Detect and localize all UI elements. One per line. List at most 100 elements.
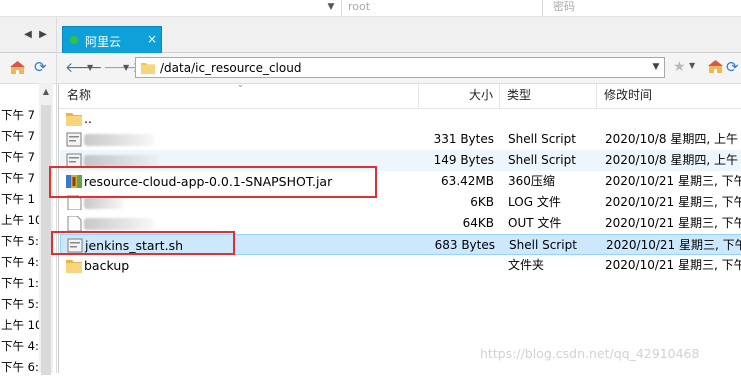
table-row[interactable]: backup 文件夹 2020/10/21 星期三, 下午 bbox=[60, 255, 741, 276]
redacted-filename bbox=[84, 155, 159, 167]
list-item[interactable]: 下午 6:5 bbox=[0, 357, 40, 378]
sort-indicator-icon: ⌄ bbox=[237, 80, 244, 89]
home-icon[interactable] bbox=[10, 61, 25, 75]
list-item[interactable]: 上午 10 bbox=[0, 210, 40, 231]
file-type: LOG 文件 bbox=[508, 195, 561, 209]
redacted-filename bbox=[84, 218, 154, 230]
list-item[interactable]: 下午 7 bbox=[0, 126, 40, 147]
file-size: 149 Bytes bbox=[433, 153, 494, 167]
script-icon bbox=[67, 238, 83, 253]
column-header-type[interactable]: 类型 bbox=[507, 84, 531, 108]
column-header-size[interactable]: 大小 bbox=[469, 84, 493, 108]
host-dropdown-icon[interactable]: ▼ bbox=[325, 0, 337, 16]
file-list-header: ⌄ 名称 大小 类型 修改时间 bbox=[59, 80, 741, 109]
forward-dropdown-icon[interactable]: ▼ bbox=[123, 59, 129, 77]
file-type: Shell Script bbox=[508, 132, 576, 146]
path-input[interactable] bbox=[160, 59, 640, 76]
list-item[interactable]: 下午 4:11 bbox=[0, 252, 40, 273]
scroll-up-icon[interactable]: ▲ bbox=[41, 87, 51, 97]
tab-scroll-right-icon[interactable]: ▶ bbox=[37, 29, 49, 41]
file-size: 63.42MB bbox=[441, 174, 494, 188]
list-item[interactable]: 下午 1:5 bbox=[0, 273, 40, 294]
file-name: resource-cloud-app-0.0.1-SNAPSHOT.jar bbox=[84, 174, 333, 189]
tab-label: 阿里云 bbox=[85, 35, 122, 49]
table-row[interactable]: 149 Bytes Shell Script 2020/10/8 星期四, 上午… bbox=[60, 150, 741, 171]
scrollbar-thumb[interactable] bbox=[41, 105, 51, 375]
table-row[interactable]: 64KB OUT 文件 2020/10/21 星期三, 下午 bbox=[60, 213, 741, 234]
file-size: 64KB bbox=[462, 216, 494, 230]
refresh-icon[interactable]: ⟳ bbox=[34, 58, 47, 76]
list-item[interactable]: 下午 7 bbox=[0, 147, 40, 168]
folder-icon bbox=[66, 113, 82, 126]
script-icon bbox=[66, 132, 82, 147]
back-dropdown-icon[interactable]: ▼ bbox=[87, 59, 93, 77]
column-divider[interactable] bbox=[596, 84, 597, 108]
password-field[interactable]: 密码 bbox=[553, 0, 733, 16]
file-type: 360压缩 bbox=[508, 174, 555, 188]
watermark: https://blog.csdn.net/qq_42910468 bbox=[480, 346, 700, 361]
connection-bar: ▼ root 密码 bbox=[0, 0, 741, 17]
file-icon bbox=[67, 195, 82, 210]
list-item[interactable]: 下午 1 bbox=[0, 189, 40, 210]
file-modified: 2020/10/21 星期三, 下午 bbox=[605, 258, 741, 272]
redacted-filename bbox=[84, 197, 124, 209]
file-type: Shell Script bbox=[508, 153, 576, 167]
bookmark-star-icon[interactable]: ★ bbox=[673, 59, 686, 75]
table-row-selected[interactable]: jenkins_start.sh 683 Bytes Shell Script … bbox=[60, 234, 741, 255]
column-header-name[interactable]: 名称 bbox=[67, 84, 91, 108]
file-modified: 2020/10/8 星期四, 上午 1 bbox=[605, 132, 741, 146]
back-arrow-icon[interactable]: 🡐 bbox=[65, 59, 103, 77]
folder-icon bbox=[66, 260, 82, 273]
local-file-times: 下午 7 下午 7 下午 7 下午 7 下午 1 上午 10 下午 5:4 下午… bbox=[0, 105, 40, 378]
table-row[interactable]: resource-cloud-app-0.0.1-SNAPSHOT.jar 63… bbox=[60, 171, 741, 192]
list-item[interactable]: 下午 4:3 bbox=[0, 336, 40, 357]
path-dropdown-icon[interactable]: ▼ bbox=[649, 59, 663, 76]
list-item[interactable]: 下午 7 bbox=[0, 105, 40, 126]
remote-toolbar: 🡐 ▼ 🡒 ▼ ▼ ★ ▼ ⟳ bbox=[57, 53, 741, 84]
file-name: jenkins_start.sh bbox=[85, 238, 184, 253]
path-bar[interactable]: ▼ bbox=[135, 57, 665, 78]
local-scrollbar[interactable]: ▲ bbox=[39, 83, 53, 375]
file-name: .. bbox=[84, 111, 92, 126]
close-tab-icon[interactable]: × bbox=[147, 32, 157, 46]
table-row[interactable]: 331 Bytes Shell Script 2020/10/8 星期四, 上午… bbox=[60, 129, 741, 150]
file-modified: 2020/10/21 星期三, 下午 bbox=[605, 195, 741, 209]
file-type: OUT 文件 bbox=[508, 216, 562, 230]
tab-aliyun[interactable]: 阿里云 × bbox=[62, 26, 162, 53]
file-modified: 2020/10/21 星期三, 下午 bbox=[605, 174, 741, 188]
bookmark-dropdown-icon[interactable]: ▼ bbox=[689, 61, 695, 70]
file-size: 6KB bbox=[470, 195, 494, 209]
file-size: 683 Bytes bbox=[434, 238, 495, 252]
refresh-icon[interactable]: ⟳ bbox=[726, 59, 739, 75]
file-modified: 2020/10/21 星期三, 下午 bbox=[605, 216, 741, 230]
local-pane: ◀ ▶ ⟳ 下午 7 下午 7 下午 7 下午 7 下午 1 上午 10 下午 … bbox=[0, 17, 57, 375]
connected-status-icon bbox=[70, 36, 78, 44]
list-item[interactable]: 下午 5:4 bbox=[0, 231, 40, 252]
list-item[interactable]: 上午 10 bbox=[0, 315, 40, 336]
archive-icon bbox=[66, 175, 82, 188]
table-row[interactable]: 6KB LOG 文件 2020/10/21 星期三, 下午 bbox=[60, 192, 741, 213]
file-icon bbox=[67, 216, 82, 231]
list-item[interactable]: 下午 7 bbox=[0, 168, 40, 189]
local-tabstrip: ◀ ▶ bbox=[0, 17, 56, 53]
list-item[interactable]: 下午 5:2 bbox=[0, 294, 40, 315]
local-toolbar: ⟳ bbox=[0, 53, 56, 84]
home-icon[interactable] bbox=[708, 60, 723, 74]
file-modified: 2020/10/21 星期三, 下午 bbox=[606, 238, 741, 252]
column-divider[interactable] bbox=[418, 84, 419, 108]
remote-tabstrip: 阿里云 × bbox=[57, 17, 741, 53]
script-icon bbox=[66, 153, 82, 168]
tab-scroll-left-icon[interactable]: ◀ bbox=[22, 29, 34, 41]
remote-pane: 阿里云 × 🡐 ▼ 🡒 ▼ ▼ ★ ▼ ⟳ ⌄ 名称 大小 类型 bbox=[57, 17, 741, 373]
file-type: Shell Script bbox=[509, 238, 577, 252]
redacted-filename bbox=[84, 134, 154, 146]
column-header-modified[interactable]: 修改时间 bbox=[604, 84, 652, 108]
table-row[interactable]: .. bbox=[60, 108, 741, 129]
divider bbox=[341, 0, 342, 16]
column-divider[interactable] bbox=[499, 84, 500, 108]
divider bbox=[542, 0, 543, 16]
username-field[interactable]: root bbox=[348, 0, 538, 16]
file-size: 331 Bytes bbox=[433, 132, 494, 146]
file-name: backup bbox=[84, 258, 130, 273]
file-type: 文件夹 bbox=[508, 258, 545, 272]
